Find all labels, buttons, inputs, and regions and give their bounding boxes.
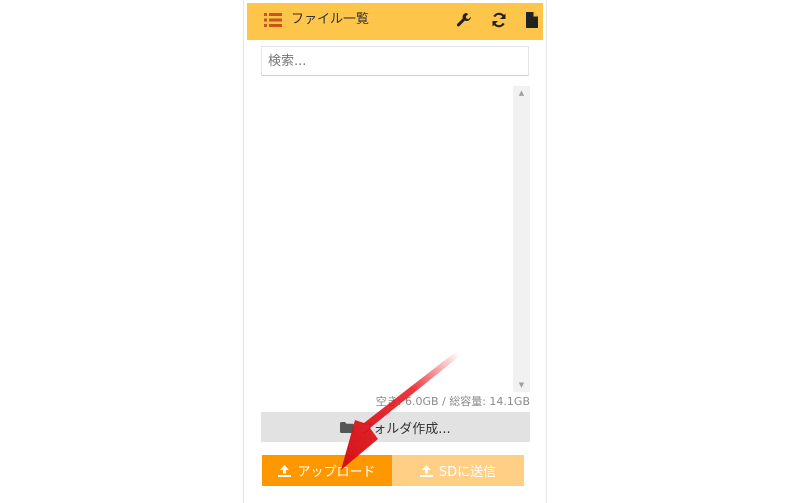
page-title: ファイル一覧: [291, 12, 370, 27]
upload-label: アップロード: [297, 465, 376, 480]
search-input[interactable]: [261, 46, 529, 76]
send-to-sd-label: SDに送信: [438, 465, 497, 480]
wrench-icon[interactable]: [456, 12, 472, 28]
refresh-icon[interactable]: [491, 12, 507, 28]
upload-button[interactable]: アップロード: [262, 455, 392, 486]
upload-icon: [278, 464, 292, 477]
file-list-scrollbar[interactable]: ▲ ▼: [513, 86, 530, 392]
file-list[interactable]: [261, 86, 530, 392]
upload-icon: [419, 464, 433, 477]
create-folder-label: フォルダ作成...: [360, 421, 451, 437]
storage-info: 空き: 6.0GB / 総容量: 14.1GB: [375, 395, 530, 408]
folder-icon: [340, 421, 355, 433]
list-icon: [264, 13, 282, 27]
scroll-up-arrow-icon[interactable]: ▲: [513, 86, 530, 100]
scroll-down-arrow-icon[interactable]: ▼: [513, 378, 530, 392]
send-to-sd-button[interactable]: SDに送信: [392, 455, 524, 486]
create-folder-button[interactable]: フォルダ作成...: [261, 412, 530, 442]
file-icon[interactable]: [526, 12, 538, 28]
